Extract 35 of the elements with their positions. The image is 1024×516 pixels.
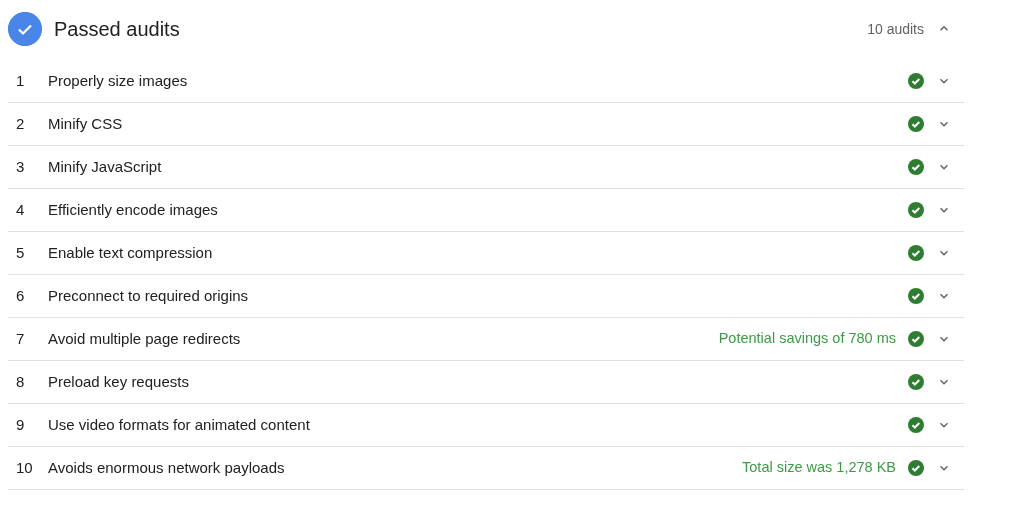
pass-icon (908, 460, 924, 476)
pass-icon (908, 245, 924, 261)
audit-count: 10 audits (867, 19, 924, 39)
audit-number: 3 (15, 156, 26, 177)
audit-number: 10 (15, 457, 34, 478)
audit-number: 4 (15, 199, 26, 220)
pass-icon (908, 288, 924, 304)
audit-title: Enable text compression (48, 242, 213, 263)
audit-number: 8 (15, 371, 26, 392)
audit-number: 2 (15, 113, 26, 134)
audit-title: Efficiently encode images (48, 199, 218, 220)
audit-title: Avoid multiple page redirects (48, 328, 241, 349)
audit-summary: Total size was 1,278 KB (742, 458, 896, 478)
audit-title: Avoids enormous network payloads (48, 457, 285, 478)
section-title: Passed audits (54, 17, 180, 42)
audit-title: Preload key requests (48, 371, 189, 392)
audit-title: Properly size images (48, 70, 188, 91)
audit-number: 5 (15, 242, 26, 263)
audit-number: 9 (15, 414, 26, 435)
pass-icon (908, 73, 924, 89)
audit-number: 7 (15, 328, 26, 349)
pass-icon (908, 331, 924, 347)
check-circle-icon (8, 12, 42, 46)
audit-number: 1 (15, 70, 26, 91)
audit-title: Minify JavaScript (48, 156, 162, 177)
audit-title: Preconnect to required origins (48, 285, 249, 306)
pass-icon (908, 202, 924, 218)
pass-icon (908, 159, 924, 175)
audit-title: Minify CSS (48, 113, 123, 134)
pass-icon (908, 417, 924, 433)
pass-icon (908, 116, 924, 132)
audit-number: 6 (15, 285, 26, 306)
audit-title: Use video formats for animated content (48, 414, 310, 435)
audit-summary: Potential savings of 780 ms (718, 329, 896, 349)
pass-icon (908, 374, 924, 390)
